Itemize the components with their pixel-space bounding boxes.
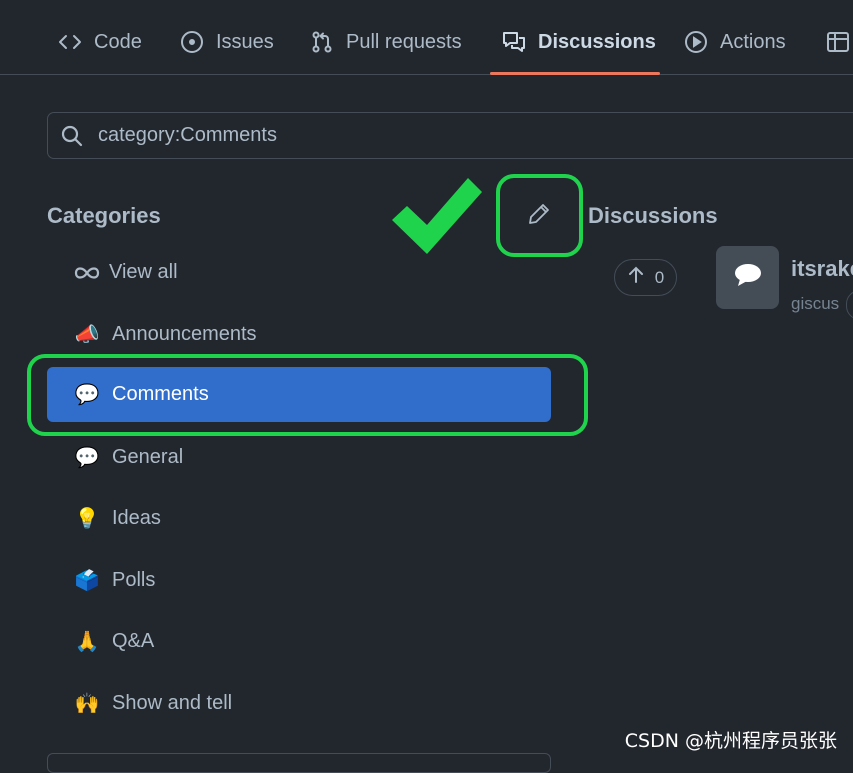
tab-pull-requests[interactable]: Pull requests [310, 20, 462, 64]
search-input[interactable] [96, 123, 800, 148]
ballot-box-icon: 🗳️ [74, 570, 100, 592]
play-icon [684, 30, 708, 54]
category-item-ideas[interactable]: 💡 Ideas [47, 491, 551, 546]
category-label: Show and tell [112, 692, 233, 714]
megaphone-icon: 📣 [74, 324, 100, 346]
speech-balloon-icon: 💬 [74, 447, 100, 469]
pencil-icon [527, 202, 551, 231]
table-icon [826, 30, 850, 54]
discussion-badge [846, 290, 853, 320]
tab-pull-requests-label: Pull requests [346, 30, 462, 53]
category-label: Q&A [112, 630, 155, 652]
tab-discussions-label: Discussions [538, 30, 656, 53]
category-label: Ideas [112, 507, 161, 529]
upvote-button[interactable]: 0 [614, 259, 677, 296]
discussion-search[interactable] [47, 112, 853, 159]
category-label: View all [109, 261, 178, 283]
tab-discussions[interactable]: Discussions [502, 20, 656, 64]
category-item-polls[interactable]: 🗳️ Polls [47, 553, 551, 608]
tab-actions-label: Actions [720, 30, 786, 53]
comment-discussion-icon [502, 30, 526, 54]
tab-code-label: Code [94, 30, 142, 53]
category-item-view-all[interactable]: View all [47, 245, 551, 300]
category-label: Polls [112, 569, 156, 591]
discussion-category-avatar [716, 246, 779, 309]
category-label: Announcements [112, 323, 257, 345]
category-footer-box [47, 753, 551, 773]
code-icon [58, 30, 82, 54]
folded-hands-icon: 🙏 [74, 631, 100, 653]
category-item-qa[interactable]: 🙏 Q&A [47, 614, 551, 669]
active-tab-underline [490, 72, 660, 75]
discussions-heading: Discussions [588, 203, 718, 228]
tab-projects[interactable] [826, 20, 853, 64]
arrow-up-icon [627, 266, 645, 289]
raising-hands-icon: 🙌 [74, 693, 100, 715]
watermark: CSDN @杭州程序员张张 [624, 730, 837, 752]
tab-code[interactable]: Code [58, 20, 142, 64]
issue-opened-icon [180, 30, 204, 54]
tab-issues[interactable]: Issues [180, 20, 274, 64]
infinity-icon [72, 265, 102, 281]
category-label: General [112, 446, 184, 468]
discussion-title[interactable]: itsrake [791, 256, 853, 282]
annotation-highlight-comments [27, 354, 588, 436]
light-bulb-icon: 💡 [74, 508, 100, 530]
search-icon [60, 123, 86, 149]
discussion-author[interactable]: giscus [791, 294, 839, 314]
category-item-show-and-tell[interactable]: 🙌 Show and tell [47, 676, 551, 731]
categories-heading: Categories [47, 203, 161, 228]
tab-issues-label: Issues [216, 30, 274, 53]
category-item-general[interactable]: 💬 General [47, 430, 551, 485]
vote-count: 0 [654, 267, 665, 287]
edit-category-button[interactable] [517, 196, 561, 236]
git-pull-request-icon [310, 30, 334, 54]
repo-nav: Code Issues Pull requests Discussions Ac… [0, 0, 853, 75]
tab-actions[interactable]: Actions [684, 20, 786, 64]
speech-balloon-icon [734, 263, 762, 292]
